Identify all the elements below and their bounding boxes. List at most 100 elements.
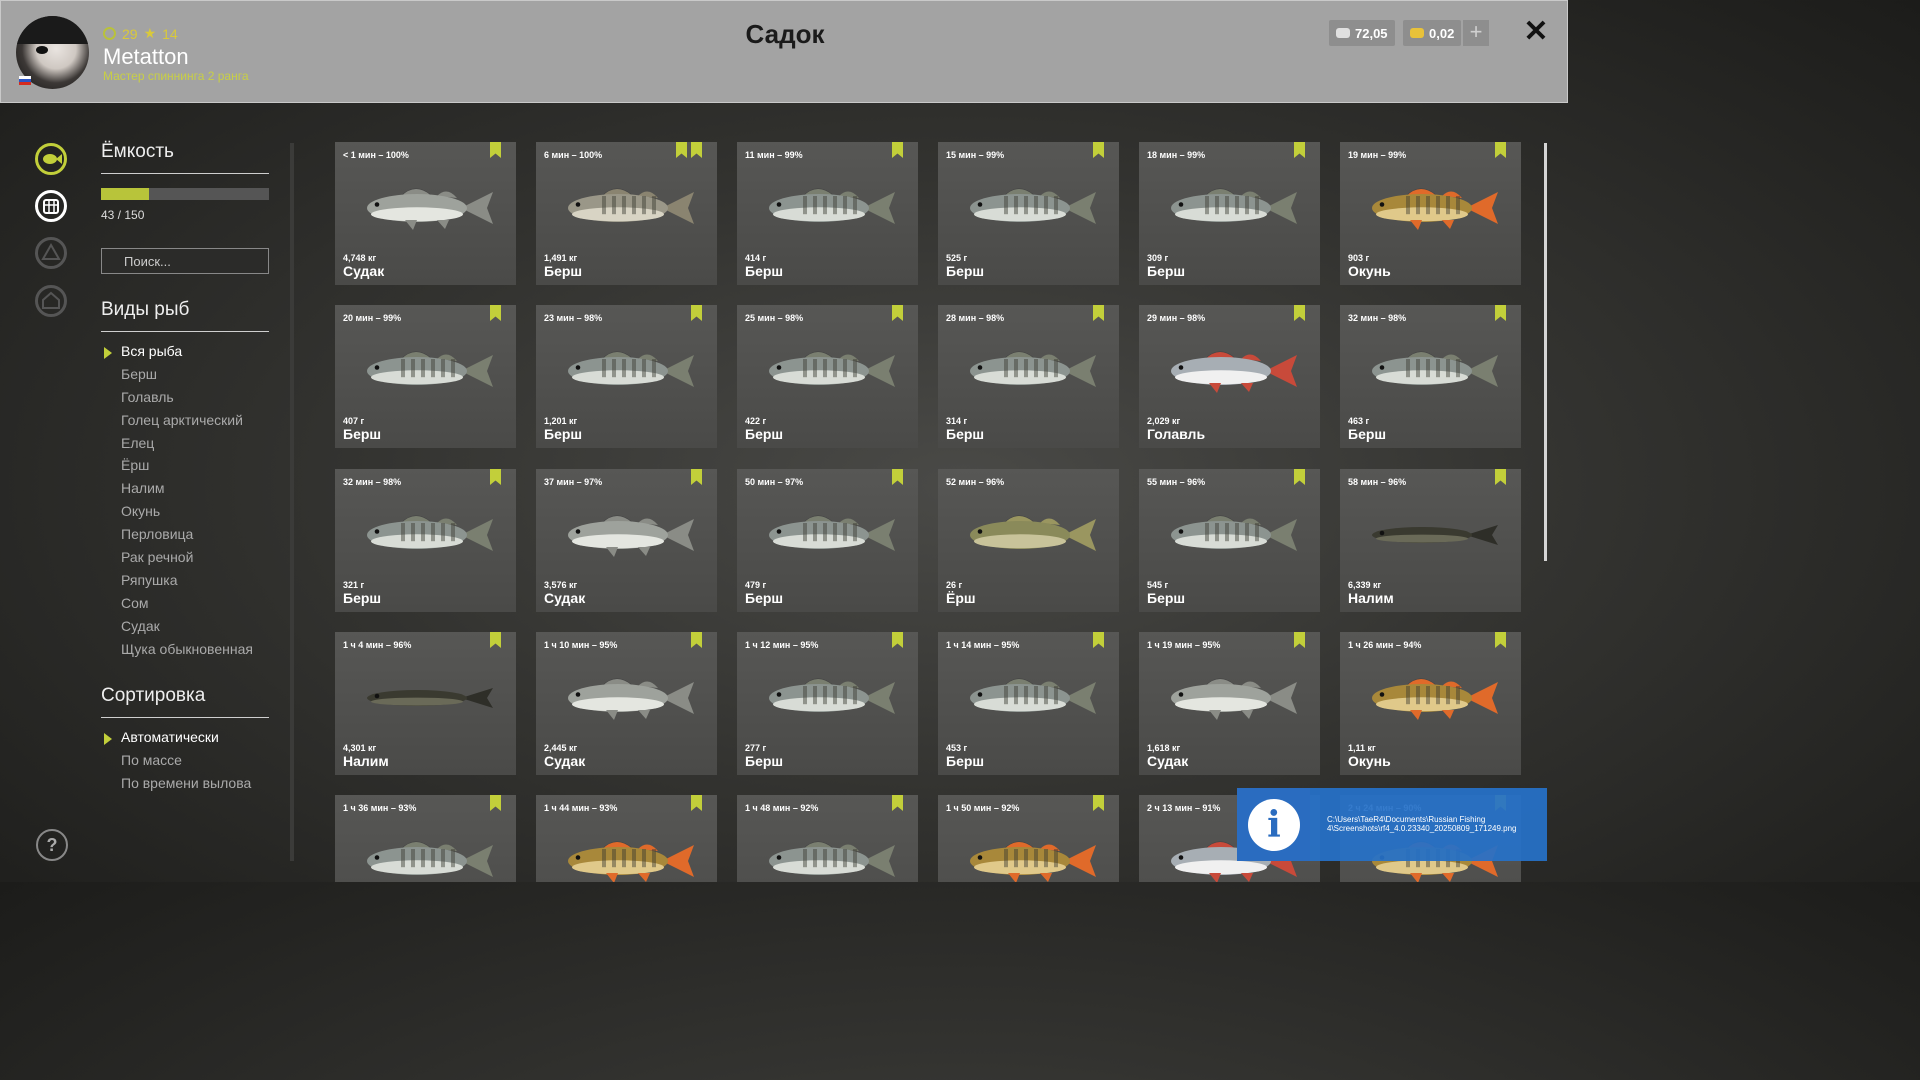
fish-card[interactable]: 1 ч 14 мин – 95% 453 г Берш	[938, 632, 1119, 775]
fish-card[interactable]: 55 мин – 96% 545 г Берш	[1139, 469, 1320, 612]
fish-card[interactable]: 1 ч 44 мин – 93%	[536, 795, 717, 882]
bookmark-icon[interactable]	[490, 469, 501, 485]
catch-time: 15 мин – 99%	[946, 150, 1005, 160]
boat-icon	[41, 242, 61, 260]
fish-card[interactable]: 1 ч 50 мин – 92%	[938, 795, 1119, 882]
bookmark-icon[interactable]	[490, 795, 501, 811]
fish-card[interactable]: 58 мин – 96% 6,339 кг Налим	[1340, 469, 1521, 612]
bookmark-icon[interactable]	[691, 142, 702, 158]
fish-mass: 2,445 кг	[544, 743, 578, 753]
bookmark-icon[interactable]	[1495, 305, 1506, 321]
fish-card[interactable]: 52 мин – 96% 26 г Ёрш	[938, 469, 1119, 612]
fish-name: Ёрш	[946, 590, 976, 606]
fish-card[interactable]: 37 мин – 97% 3,576 кг Судак	[536, 469, 717, 612]
species-filter-item[interactable]: Сом	[121, 595, 253, 618]
fish-card[interactable]: 1 ч 10 мин – 95% 2,445 кг Судак	[536, 632, 717, 775]
screenshot-notification[interactable]: i C:\Users\TaeR4\Documents\Russian Fishi…	[1237, 788, 1547, 861]
fish-card[interactable]: 29 мин – 98% 2,029 кг Голавль	[1139, 305, 1320, 448]
fish-image	[367, 841, 493, 877]
species-filter-item[interactable]: Щука обыкновенная	[121, 641, 253, 664]
bookmark-icon[interactable]	[691, 795, 702, 811]
bookmark-icon[interactable]	[1093, 142, 1104, 158]
bookmark-icon[interactable]	[892, 305, 903, 321]
bookmark-icon[interactable]	[892, 142, 903, 158]
fish-card[interactable]: 1 ч 36 мин – 93%	[335, 795, 516, 882]
bookmark-icon[interactable]	[892, 632, 903, 648]
bookmark-icon[interactable]	[1495, 142, 1506, 158]
species-filter-item[interactable]: Голавль	[121, 389, 253, 412]
bookmark-icon[interactable]	[1294, 142, 1305, 158]
fish-card[interactable]: 18 мин – 99% 309 г Берш	[1139, 142, 1320, 285]
fish-mass: 1,201 кг	[544, 416, 578, 426]
silver-balance[interactable]: 72,05	[1329, 20, 1395, 46]
sort-option-item[interactable]: По времени вылова	[121, 775, 251, 798]
bookmark-icon[interactable]	[691, 469, 702, 485]
fish-card[interactable]: 28 мин – 98% 314 г Берш	[938, 305, 1119, 448]
bookmark-icon[interactable]	[490, 142, 501, 158]
bookmark-icon[interactable]	[1294, 469, 1305, 485]
help-button[interactable]: ?	[36, 829, 68, 861]
species-filter-item[interactable]: Вся рыба	[104, 343, 253, 366]
fish-card[interactable]: < 1 мин – 100% 4,748 кг Судак	[335, 142, 516, 285]
fish-image	[769, 351, 895, 387]
bookmark-icon[interactable]	[676, 142, 687, 158]
fish-card[interactable]: 15 мин – 99% 525 г Берш	[938, 142, 1119, 285]
sort-list: Автоматически По массе По времени вылова	[103, 729, 251, 798]
fish-card[interactable]: 32 мин – 98% 463 г Берш	[1340, 305, 1521, 448]
species-filter-item[interactable]: Елец	[121, 435, 253, 458]
bookmark-icon[interactable]	[1093, 632, 1104, 648]
fish-card[interactable]: 6 мин – 100% 1,491 кг Берш	[536, 142, 717, 285]
fish-card[interactable]: 1 ч 48 мин – 92%	[737, 795, 918, 882]
fish-card[interactable]: 50 мин – 97% 479 г Берш	[737, 469, 918, 612]
fish-image	[970, 678, 1096, 714]
bookmark-icon[interactable]	[490, 632, 501, 648]
fish-image	[1171, 515, 1297, 551]
fish-card[interactable]: 23 мин – 98% 1,201 кг Берш	[536, 305, 717, 448]
bookmark-icon[interactable]	[1294, 632, 1305, 648]
species-filter-item[interactable]: Налим	[121, 480, 253, 503]
species-filter-item[interactable]: Рак речной	[121, 549, 253, 572]
bookmark-icon[interactable]	[1294, 305, 1305, 321]
fish-card[interactable]: 1 ч 19 мин – 95% 1,618 кг Судак	[1139, 632, 1320, 775]
gold-balance[interactable]: 0,02	[1403, 20, 1462, 46]
scrollbar[interactable]	[1544, 143, 1547, 561]
add-currency-button[interactable]: +	[1463, 20, 1489, 46]
bookmark-icon[interactable]	[691, 632, 702, 648]
search-input[interactable]	[101, 248, 269, 274]
species-filter-item[interactable]: Ёрш	[121, 457, 253, 480]
fish-card[interactable]: 19 мин – 99% 903 г Окунь	[1340, 142, 1521, 285]
bookmark-icon[interactable]	[892, 469, 903, 485]
bookmark-icon[interactable]	[490, 305, 501, 321]
fish-card[interactable]: 1 ч 26 мин – 94% 1,11 кг Окунь	[1340, 632, 1521, 775]
fish-card[interactable]: 25 мин – 98% 422 г Берш	[737, 305, 918, 448]
fish-tab-icon[interactable]	[35, 143, 67, 175]
fish-card[interactable]: 11 мин – 99% 414 г Берш	[737, 142, 918, 285]
fish-name: Судак	[544, 590, 586, 606]
keepnet-tab-icon[interactable]	[35, 190, 67, 222]
fish-mass: 4,301 кг	[343, 743, 377, 753]
fish-name: Берш	[343, 426, 382, 442]
sort-option-item[interactable]: Автоматически	[103, 729, 251, 752]
bookmark-icon[interactable]	[1093, 795, 1104, 811]
species-filter-item[interactable]: Перловица	[121, 526, 253, 549]
bookmark-icon[interactable]	[691, 305, 702, 321]
sort-option-item[interactable]: По массе	[121, 752, 251, 775]
catch-time: 1 ч 4 мин – 96%	[343, 640, 412, 650]
fish-card[interactable]: 1 ч 12 мин – 95% 277 г Берш	[737, 632, 918, 775]
species-filter-item[interactable]: Судак	[121, 618, 253, 641]
fish-card[interactable]: 1 ч 4 мин – 96% 4,301 кг Налим	[335, 632, 516, 775]
species-filter-item[interactable]: Берш	[121, 366, 253, 389]
boat-tab-icon[interactable]	[35, 237, 67, 269]
close-button[interactable]: ✕	[1521, 16, 1551, 48]
fish-card[interactable]: 32 мин – 98% 321 г Берш	[335, 469, 516, 612]
species-filter-item[interactable]: Окунь	[121, 503, 253, 526]
fish-card[interactable]: 20 мин – 99% 407 г Берш	[335, 305, 516, 448]
species-filter-item[interactable]: Ряпушка	[121, 572, 253, 595]
bookmark-icon[interactable]	[892, 795, 903, 811]
bookmark-icon[interactable]	[1495, 632, 1506, 648]
bookmark-icon[interactable]	[1495, 469, 1506, 485]
bookmark-icon[interactable]	[1093, 305, 1104, 321]
fish-name: Налим	[1348, 590, 1394, 606]
species-filter-item[interactable]: Голец арктический	[121, 412, 253, 435]
home-tab-icon[interactable]	[35, 285, 67, 317]
